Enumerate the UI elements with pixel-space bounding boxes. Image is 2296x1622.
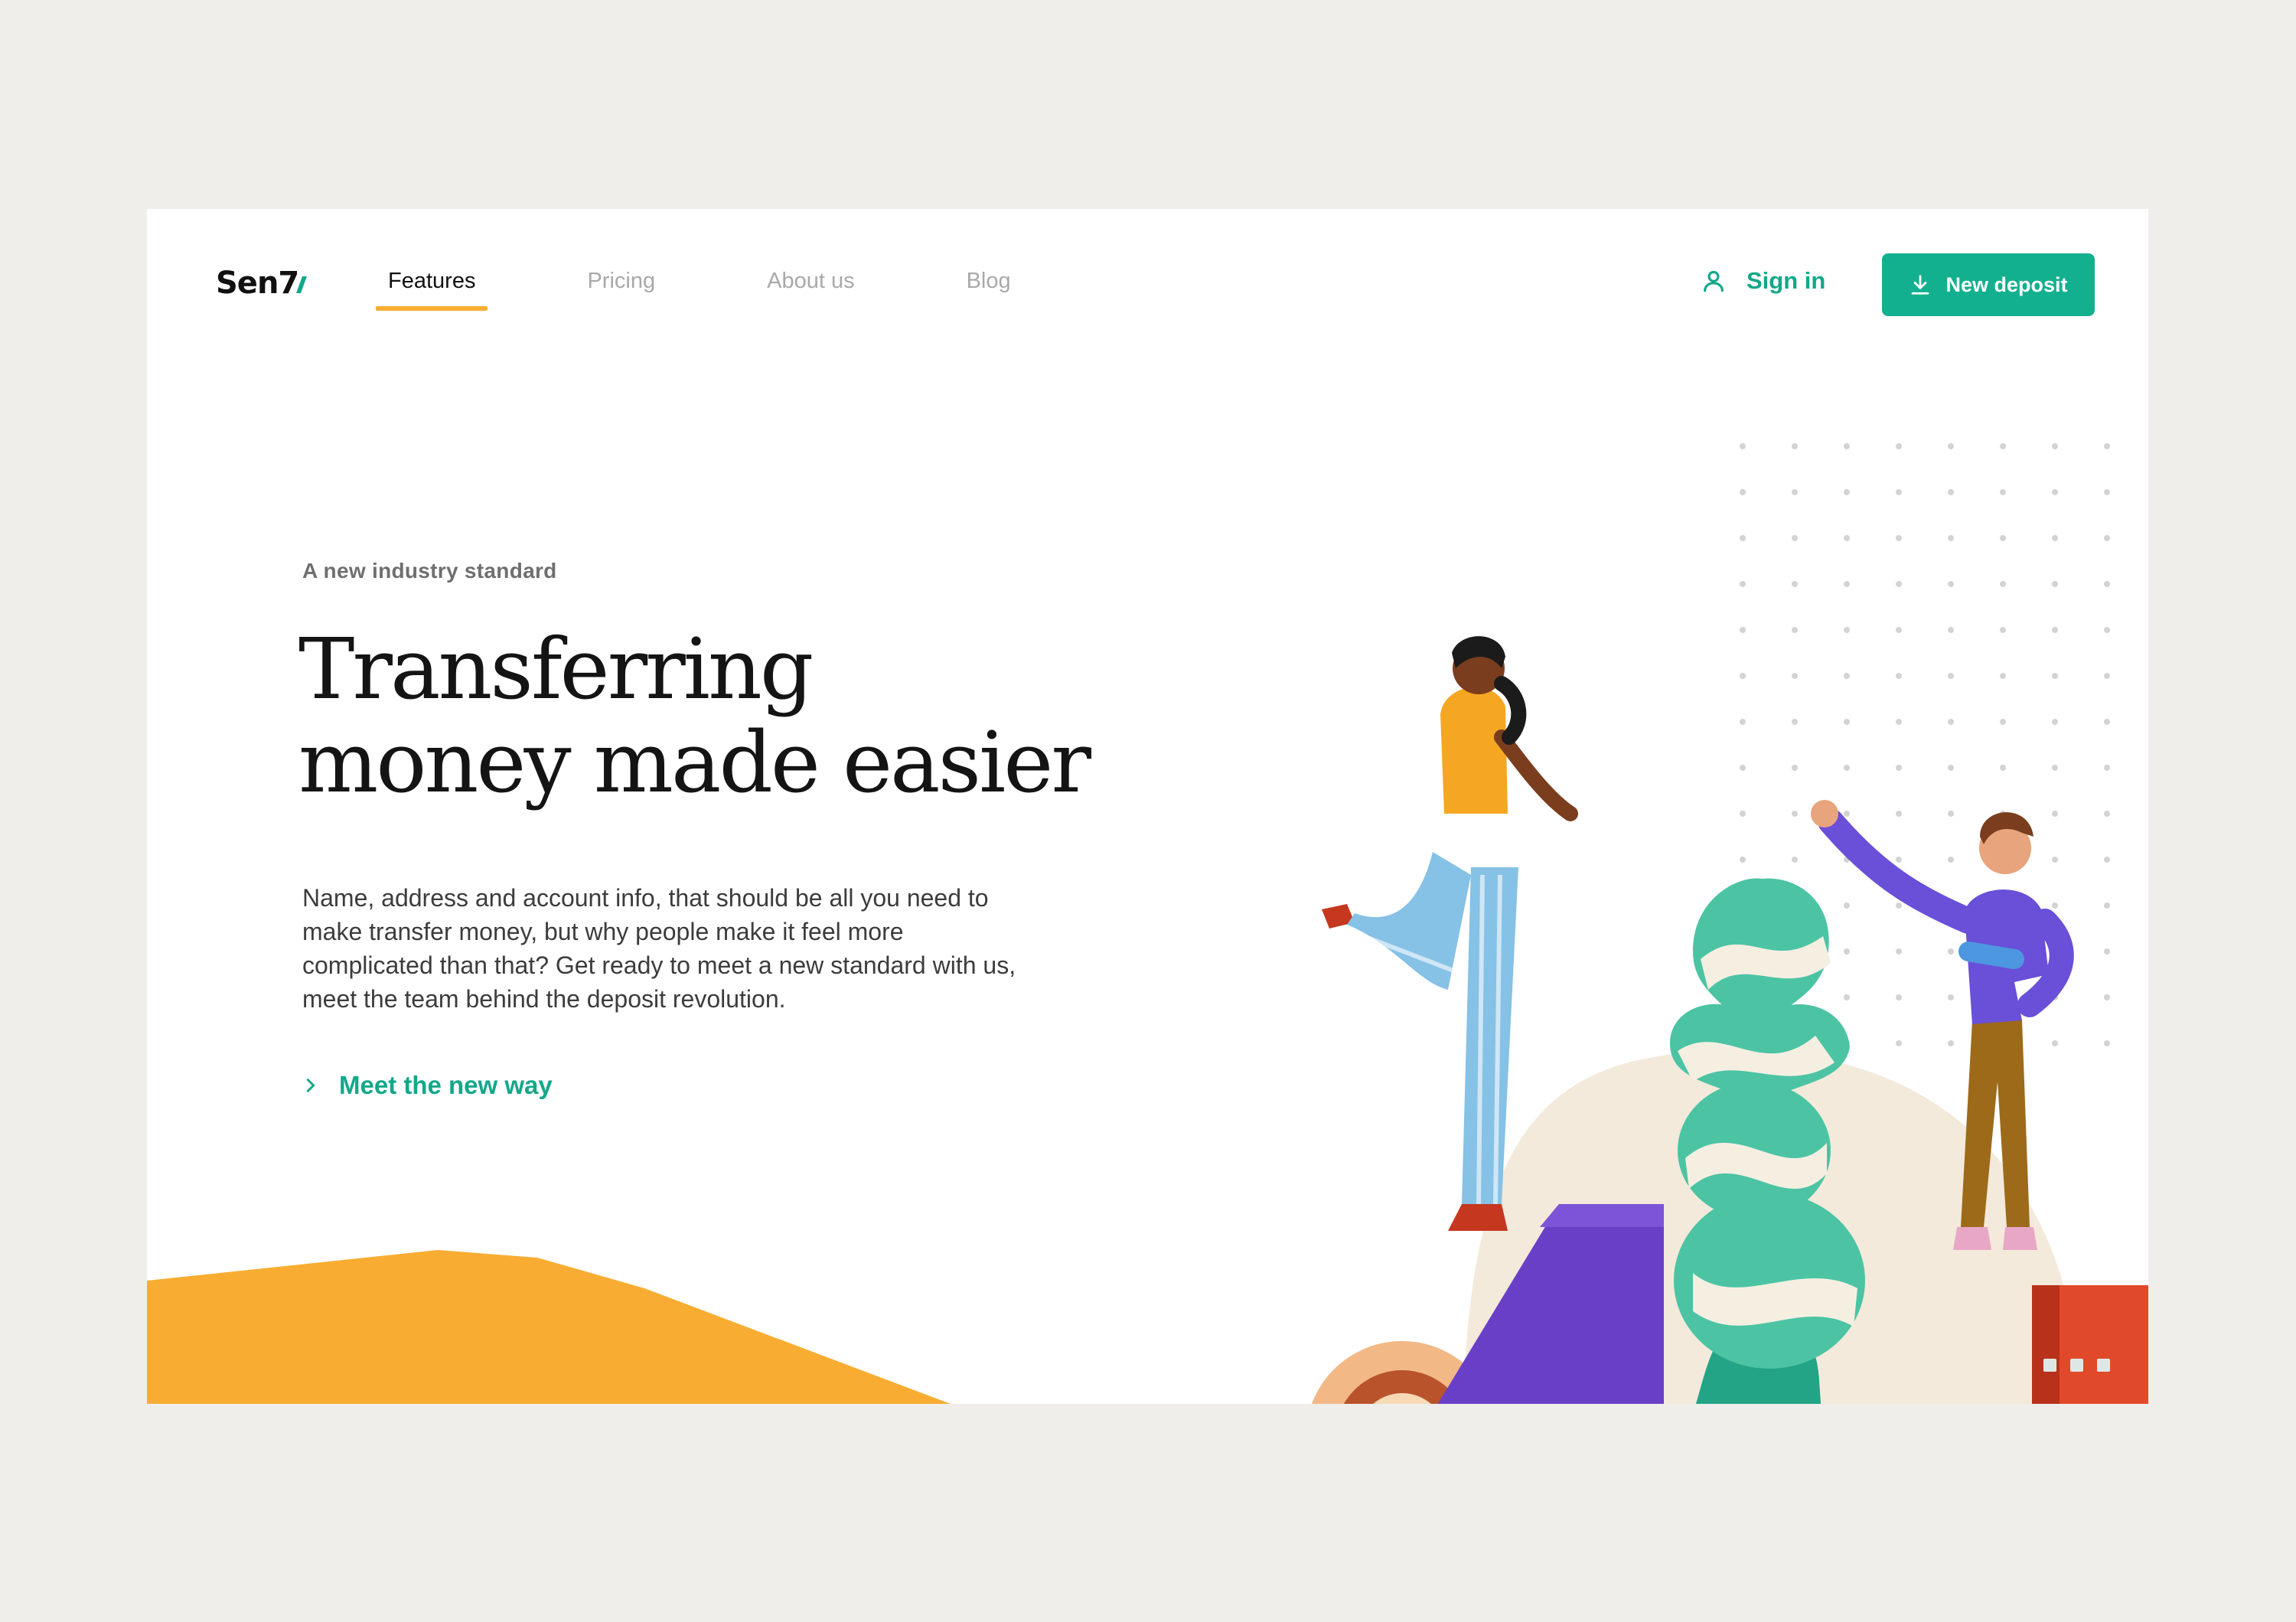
nav-item-features[interactable]: Features xyxy=(375,269,488,311)
nav-item-pricing[interactable]: Pricing xyxy=(587,269,655,311)
grid-dot xyxy=(2104,581,2110,587)
grid-dot xyxy=(1792,581,1798,587)
grid-dot xyxy=(2000,581,2006,587)
new-deposit-label: New deposit xyxy=(1945,273,2068,296)
pager-dot[interactable] xyxy=(2070,1359,2083,1372)
new-deposit-button[interactable]: New deposit xyxy=(1882,253,2095,316)
grid-dot xyxy=(1948,535,1954,541)
grid-dot xyxy=(1844,443,1850,449)
nav-item-about-us[interactable]: About us xyxy=(767,269,854,311)
grid-dot xyxy=(1896,535,1902,541)
grid-dot xyxy=(2052,443,2058,449)
grid-dot xyxy=(2052,489,2058,495)
grid-dot xyxy=(2104,443,2110,449)
grid-dot xyxy=(2000,443,2006,449)
hero-description: Name, address and account info, that sho… xyxy=(302,884,1016,1013)
grid-dot xyxy=(2052,535,2058,541)
grid-dot xyxy=(1792,443,1798,449)
grid-dot xyxy=(1844,581,1850,587)
main-nav: Features Pricing About us Blog xyxy=(375,269,1123,311)
grid-dot xyxy=(1948,443,1954,449)
grid-dot xyxy=(1896,489,1902,495)
grid-dot xyxy=(1792,535,1798,541)
nav-item-blog[interactable]: Blog xyxy=(967,269,1011,311)
hero-illustration xyxy=(1311,636,2148,1404)
download-icon xyxy=(1912,275,1929,295)
hero-eyebrow: A new industry standard xyxy=(302,559,557,583)
chevron-right-icon xyxy=(306,1079,315,1092)
grid-dot xyxy=(1740,581,1746,587)
grid-dot xyxy=(1740,535,1746,541)
grid-dot xyxy=(2000,489,2006,495)
grid-dot xyxy=(2000,535,2006,541)
landing-page-card: Sen7 Features Pricing About us Blog Sign… xyxy=(147,209,2148,1404)
carousel-pager xyxy=(2043,1359,2124,1372)
hero-headline: Transferring money made easier xyxy=(298,622,1217,809)
grid-dot xyxy=(1792,489,1798,495)
grid-dot xyxy=(2104,489,2110,495)
headline-line-2: money made easier xyxy=(298,713,1091,811)
pager-dot[interactable] xyxy=(2097,1359,2110,1372)
grid-dot xyxy=(1948,581,1954,587)
grid-dot xyxy=(1896,581,1902,587)
grid-dot xyxy=(1948,489,1954,495)
grid-dot xyxy=(2052,581,2058,587)
brand-logo[interactable]: Sen7 xyxy=(216,266,308,301)
cta-label: Meet the new way xyxy=(339,1071,553,1099)
grid-dot xyxy=(1740,443,1746,449)
sign-in-label: Sign in xyxy=(1746,267,1826,294)
grid-dot xyxy=(1740,489,1746,495)
sign-in-link[interactable]: Sign in xyxy=(1701,267,1825,295)
grid-dot xyxy=(1844,489,1850,495)
grid-dot xyxy=(2104,535,2110,541)
red-cube-shape xyxy=(2032,1285,2148,1404)
grid-dot xyxy=(1896,443,1902,449)
pager-dot[interactable] xyxy=(2043,1359,2056,1372)
grid-dot xyxy=(1844,535,1850,541)
headline-line-1: Transferring xyxy=(298,620,814,718)
meet-the-new-way-link[interactable]: Meet the new way xyxy=(302,1071,553,1100)
orange-decorative-shape xyxy=(147,1250,951,1404)
user-icon xyxy=(1704,270,1724,292)
